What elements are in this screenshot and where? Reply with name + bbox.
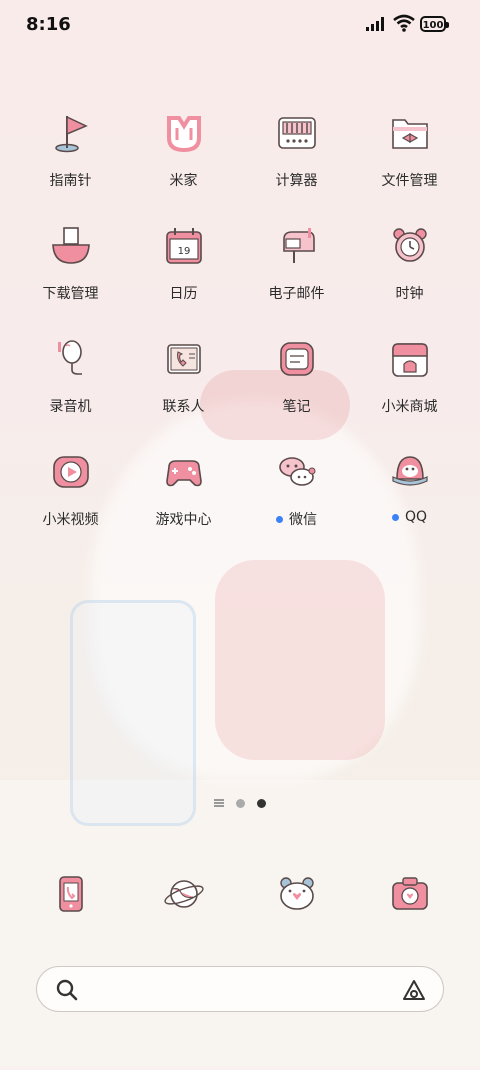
app-calendar[interactable]: 19 日历 [127, 223, 240, 302]
app-qq[interactable]: QQ [353, 449, 466, 525]
calendar-icon: 19 [158, 223, 210, 269]
app-compass[interactable]: 指南针 [14, 110, 127, 189]
compass-flag-icon [45, 110, 97, 156]
wallpaper-ground [0, 780, 480, 1070]
wallpaper-dress [215, 560, 385, 760]
search-bar[interactable] [36, 966, 444, 1012]
browser-planet-icon [158, 868, 210, 920]
dock-browser[interactable] [127, 868, 240, 920]
cellular-signal-icon [366, 17, 384, 31]
app-label: 下载管理 [42, 286, 99, 302]
dock [14, 868, 466, 920]
app-label: 录音机 [49, 399, 92, 415]
phone-icon [45, 868, 97, 920]
app-label: 文件管理 [381, 173, 438, 189]
app-label: 小米视频 [42, 512, 99, 528]
mi-store-icon [384, 336, 436, 382]
app-mi-store[interactable]: 小米商城 [353, 336, 466, 415]
app-label: 笔记 [282, 399, 311, 415]
mijia-icon [158, 110, 210, 156]
app-grid: 指南针 米家 计算器 文件管理 下载管理 19 日历 电子邮件 时钟 录音机 联… [14, 110, 466, 528]
app-label: 时钟 [395, 286, 424, 302]
alarm-clock-icon [384, 223, 436, 269]
calendar-day: 19 [177, 246, 190, 257]
app-label: 米家 [169, 173, 198, 189]
file-folder-icon [384, 110, 436, 156]
video-play-icon [45, 449, 97, 495]
wechat-icon [271, 449, 323, 495]
messages-bear-icon [271, 868, 323, 920]
app-email[interactable]: 电子邮件 [240, 223, 353, 302]
gamepad-icon [158, 449, 210, 495]
app-wechat[interactable]: 微信 [240, 449, 353, 528]
app-label: 游戏中心 [155, 512, 212, 528]
camera-icon [384, 868, 436, 920]
app-label: 电子邮件 [268, 286, 325, 302]
notification-dot [391, 513, 399, 521]
notification-dot [276, 515, 283, 523]
app-recorder[interactable]: 录音机 [14, 336, 127, 415]
wallpaper-jar [70, 600, 196, 826]
dock-camera[interactable] [353, 868, 466, 920]
app-mi-video[interactable]: 小米视频 [14, 449, 127, 528]
app-label: 日历 [169, 286, 198, 302]
app-mijia[interactable]: 米家 [127, 110, 240, 189]
app-calculator[interactable]: 计算器 [240, 110, 353, 189]
status-time: 8:16 [26, 14, 71, 35]
notes-icon [271, 336, 323, 382]
app-label: 小米商城 [381, 399, 438, 415]
download-icon [45, 223, 97, 269]
search-icon [56, 979, 78, 1001]
app-contacts[interactable]: 联系人 [127, 336, 240, 415]
app-label: QQ [404, 509, 428, 525]
wifi-icon [393, 14, 415, 32]
battery-indicator: 100 [420, 16, 449, 32]
app-file-manager[interactable]: 文件管理 [353, 110, 466, 189]
app-label: 指南针 [49, 173, 92, 189]
app-notes[interactable]: 笔记 [240, 336, 353, 415]
microphone-icon [45, 336, 97, 382]
app-label: 联系人 [162, 399, 205, 415]
calculator-icon [271, 110, 323, 156]
contacts-book-icon [158, 336, 210, 382]
app-game-center[interactable]: 游戏中心 [127, 449, 240, 528]
assistant-icon[interactable] [401, 978, 427, 1002]
dock-phone[interactable] [14, 868, 127, 920]
app-label: 计算器 [275, 173, 318, 189]
status-bar: 8:16 100 [0, 0, 480, 50]
page-dot-active [257, 798, 266, 808]
mailbox-icon [271, 223, 323, 269]
dock-messages[interactable] [240, 868, 353, 920]
app-downloads[interactable]: 下载管理 [14, 223, 127, 302]
app-label: 微信 [289, 512, 317, 528]
app-clock[interactable]: 时钟 [353, 223, 466, 302]
page-indicator[interactable] [214, 797, 274, 809]
qq-penguin-icon [384, 449, 436, 495]
menu-lines-icon [214, 799, 224, 807]
page-dot [236, 798, 245, 808]
